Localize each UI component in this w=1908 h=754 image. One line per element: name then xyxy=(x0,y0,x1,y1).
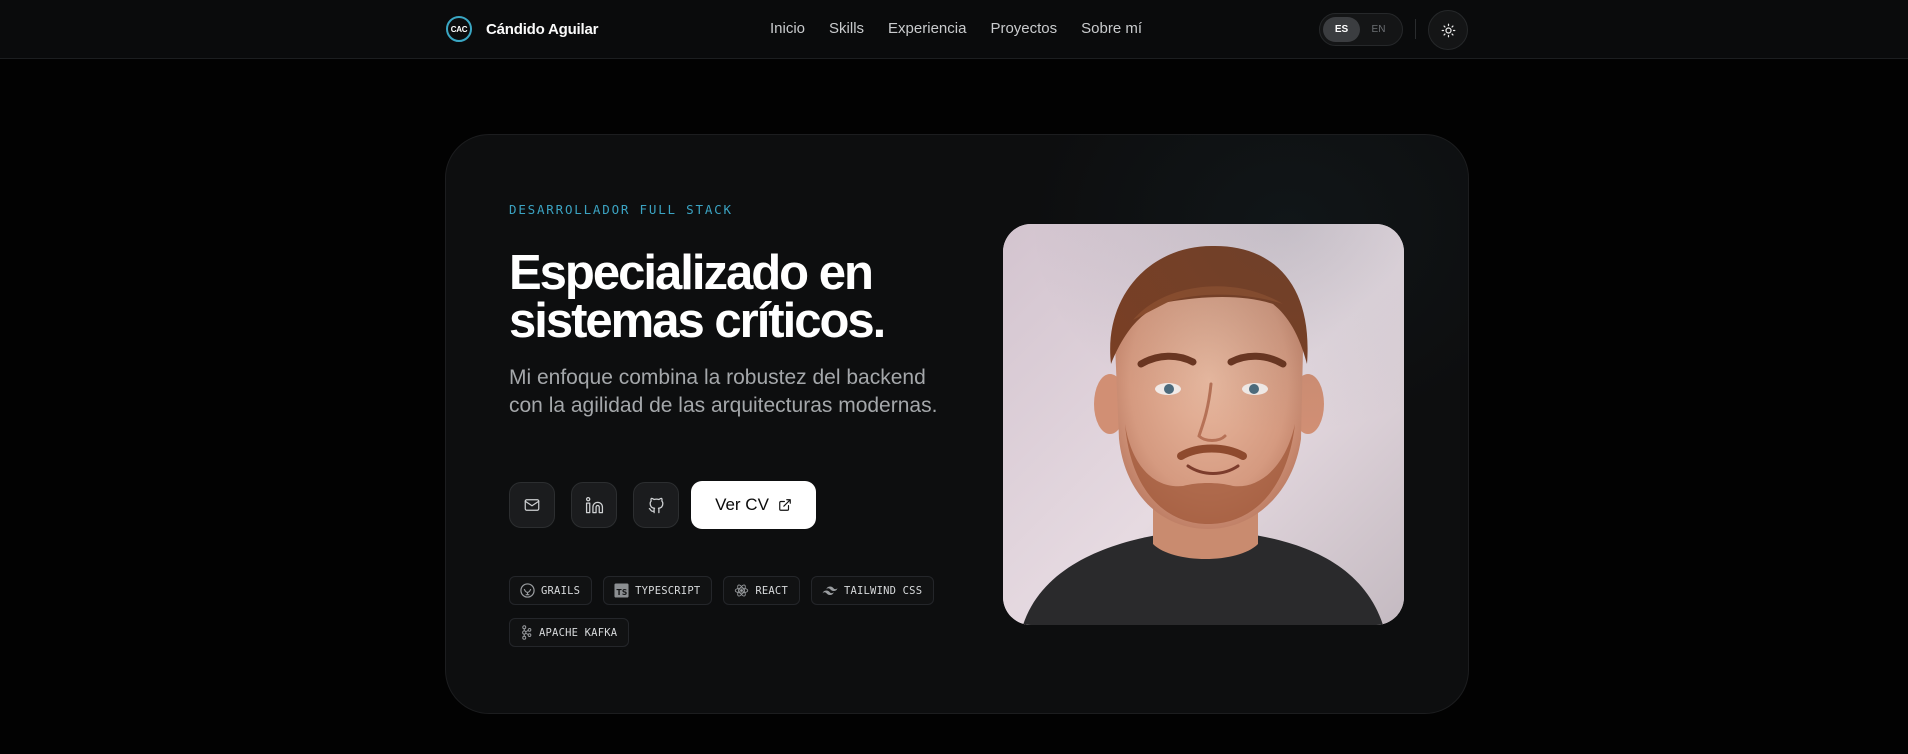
tag-tailwind-label: TAILWIND CSS xyxy=(843,584,923,597)
tag-grails: GRAILS xyxy=(509,576,593,605)
nav-link-experiencia[interactable]: Experiencia xyxy=(888,20,966,37)
view-cv-label: Ver CV xyxy=(715,495,769,514)
brand-name[interactable]: Cándido Aguilar xyxy=(486,21,598,38)
hero-lead: Mi enfoque combina la robustez del backe… xyxy=(509,366,938,417)
header-divider xyxy=(1415,19,1416,39)
hero-eyebrow: DESARROLLADOR FULL STACK xyxy=(509,202,733,217)
lang-option-en[interactable]: EN xyxy=(1360,17,1397,42)
lang-option-es[interactable]: ES xyxy=(1323,17,1360,42)
email-button[interactable] xyxy=(509,482,555,528)
brand-logo[interactable]: CAC xyxy=(446,16,472,42)
top-navigation-bar: CAC Cándido Aguilar Inicio Skills Experi… xyxy=(0,0,1908,59)
tag-kafka-label: APACHE KAFKA xyxy=(539,626,618,639)
hero-headline: Especializado en sistemas críticos. xyxy=(509,246,886,348)
mail-icon xyxy=(524,499,540,511)
linkedin-icon xyxy=(585,496,603,513)
external-link-icon xyxy=(779,499,791,511)
language-toggle[interactable]: ES EN xyxy=(1319,13,1403,46)
typescript-icon: TS xyxy=(614,583,629,598)
kafka-icon xyxy=(522,625,532,640)
tag-react-label: REACT xyxy=(755,584,788,597)
nav-link-sobre-mi[interactable]: Sobre mí xyxy=(1081,20,1142,37)
tag-react: REACT xyxy=(723,576,800,605)
grails-icon xyxy=(520,583,535,598)
tag-grails-label: GRAILS xyxy=(541,584,581,597)
linkedin-button[interactable] xyxy=(571,482,617,528)
sun-icon xyxy=(1441,23,1455,37)
tech-stack-tags: GRAILS TS TYPESCRIPT REACT TAILWIND CSS xyxy=(509,576,949,647)
tag-tailwind: TAILWIND CSS xyxy=(810,576,935,605)
nav-link-proyectos[interactable]: Proyectos xyxy=(990,20,1057,37)
hero-actions: Ver CV xyxy=(509,481,816,529)
tag-typescript-label: TYPESCRIPT xyxy=(635,584,701,597)
nav-link-skills[interactable]: Skills xyxy=(829,20,864,37)
main-nav: Inicio Skills Experiencia Proyectos Sobr… xyxy=(770,20,1142,37)
github-icon xyxy=(648,497,663,513)
hero-card: DESARROLLADOR FULL STACK Especializado e… xyxy=(445,134,1469,714)
svg-text:TS: TS xyxy=(617,588,628,597)
view-cv-button[interactable]: Ver CV xyxy=(691,481,816,529)
react-icon xyxy=(735,584,749,597)
nav-link-inicio[interactable]: Inicio xyxy=(770,20,805,37)
tag-kafka: APACHE KAFKA xyxy=(509,618,630,647)
profile-photo xyxy=(1003,224,1404,625)
profile-portrait-illustration xyxy=(1003,224,1404,625)
theme-toggle-button[interactable] xyxy=(1428,10,1468,50)
tailwind-icon xyxy=(822,586,838,595)
github-button[interactable] xyxy=(633,482,679,528)
tag-typescript: TS TYPESCRIPT xyxy=(603,576,713,605)
brand[interactable]: CAC Cándido Aguilar xyxy=(446,16,598,42)
